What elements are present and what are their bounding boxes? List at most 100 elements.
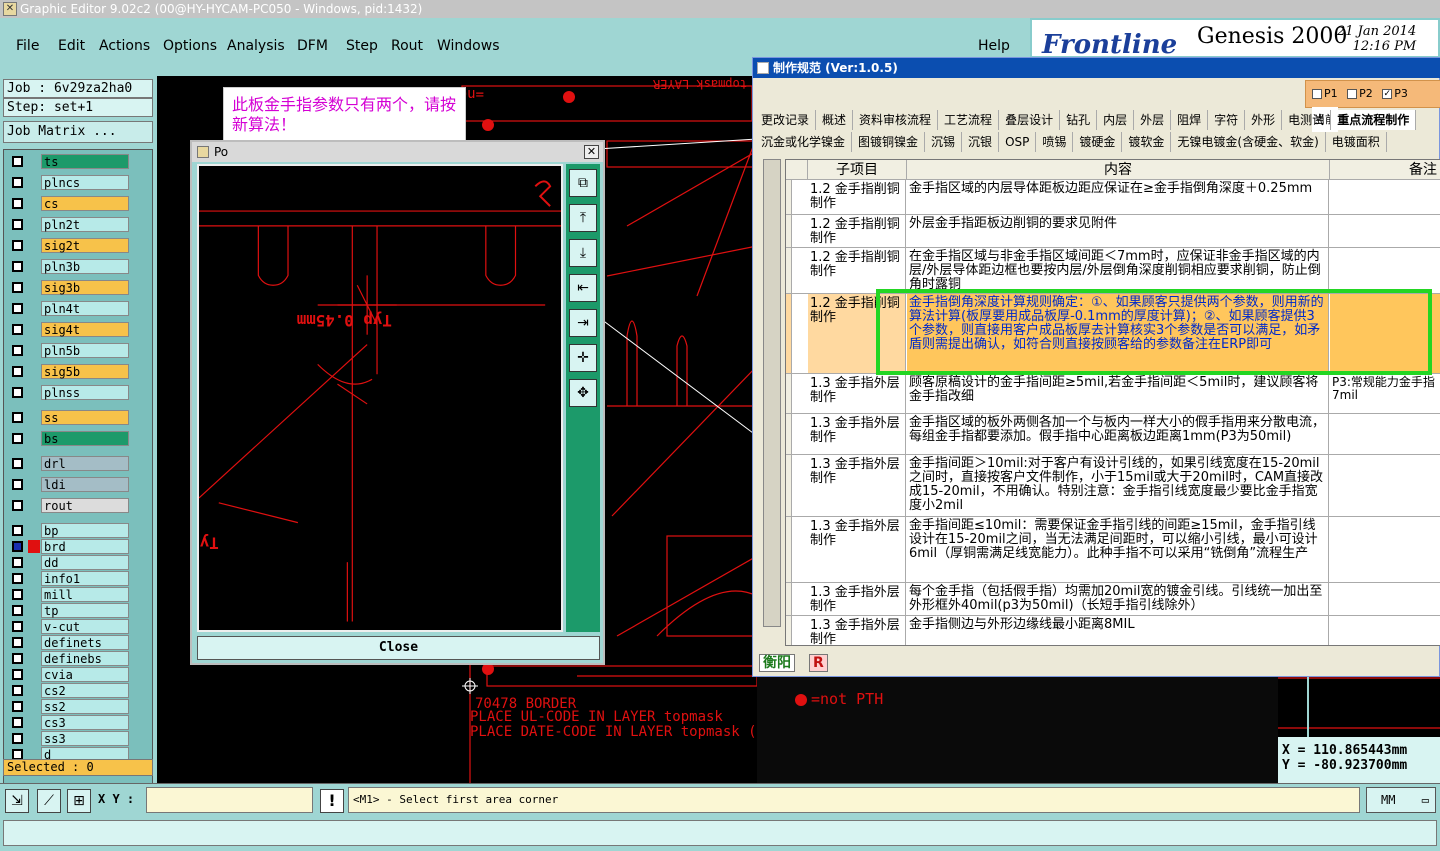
cell-content[interactable]: 金手指区域的内层导体距板边距应保证在≥金手指倒角深度＋0.25mm: [907, 180, 1329, 214]
col-header-note[interactable]: 备注: [1330, 160, 1440, 180]
spec-tab-row1-9[interactable]: 字符: [1208, 110, 1246, 130]
row-selector[interactable]: [786, 215, 792, 247]
layer-name[interactable]: pln3b: [41, 259, 129, 274]
layer-row-24[interactable]: definets: [8, 635, 148, 650]
cell-content[interactable]: 金手指倒角深度计算规则确定：①、如果顾客只提供两个参数，则用新的算法计算(板厚要…: [907, 294, 1329, 373]
spec-tab-row2-6[interactable]: 镀硬金: [1073, 132, 1123, 152]
layer-row-5[interactable]: pln3b: [8, 259, 148, 274]
layer-row-9[interactable]: pln5b: [8, 343, 148, 358]
layer-name[interactable]: tp: [41, 603, 129, 618]
layer-row-27[interactable]: cs2: [8, 683, 148, 698]
spec-tab-row1-8[interactable]: 阻焊: [1171, 110, 1209, 130]
cell-content[interactable]: 外层金手指距板边削铜的要求见附件: [907, 215, 1329, 247]
layer-name[interactable]: pln4t: [41, 301, 129, 316]
table-row[interactable]: 1.2 金手指削铜制作 在金手指区域与非金手指区域间距＜7mm时，应保证非金手指区…: [786, 248, 1440, 294]
spec-tab-row2-2[interactable]: 沉锡: [925, 132, 963, 152]
menu-step[interactable]: Step: [346, 38, 378, 54]
layer-row-28[interactable]: ss2: [8, 699, 148, 714]
layer-checkbox-icon[interactable]: [12, 479, 23, 490]
layer-name[interactable]: ss3: [41, 731, 129, 746]
spec-tab-row2-4[interactable]: OSP: [999, 132, 1037, 152]
cell-content[interactable]: 金手指间距≤10mil：需要保证金手指引线的间距≥15mil，金手指引线设计在1…: [907, 517, 1329, 582]
layer-checkbox-icon[interactable]: [12, 240, 23, 251]
col-header-content[interactable]: 内容: [907, 160, 1330, 180]
layer-row-18[interactable]: brd: [8, 539, 148, 554]
spec-tab-row1-2[interactable]: 资料审核流程: [853, 110, 939, 130]
spec-tab-row2-8[interactable]: 无镍电镀金(含硬金、软金): [1171, 132, 1326, 152]
row-selector[interactable]: [786, 616, 792, 645]
spec-tab-row1-3[interactable]: 工艺流程: [938, 110, 1000, 130]
spec-tab-row1-10[interactable]: 外形: [1245, 110, 1283, 130]
layer-row-19[interactable]: dd: [8, 555, 148, 570]
layer-name[interactable]: definets: [41, 635, 129, 650]
layer-checkbox-icon[interactable]: [12, 198, 23, 209]
layer-row-13[interactable]: bs: [8, 431, 148, 446]
layer-row-16[interactable]: rout: [8, 498, 148, 513]
menu-options[interactable]: Options: [163, 38, 217, 54]
layer-row-4[interactable]: sig2t: [8, 238, 148, 253]
spec-tab-row1-7[interactable]: 外层: [1134, 110, 1172, 130]
layer-row-25[interactable]: definebs: [8, 651, 148, 666]
row-selector[interactable]: [786, 180, 792, 214]
layer-checkbox-icon[interactable]: [12, 219, 23, 230]
layer-checkbox-icon[interactable]: [12, 500, 23, 511]
layer-name[interactable]: ldi: [41, 477, 129, 492]
table-row[interactable]: 1.3 金手指外层制作 金手指间距≤10mil：需要保证金手指引线的间距≥15mi…: [786, 517, 1440, 583]
layer-checkbox-icon[interactable]: [12, 525, 23, 536]
menu-analysis[interactable]: Analysis: [227, 38, 285, 54]
layer-name[interactable]: definebs: [41, 651, 129, 666]
xy-input[interactable]: [146, 787, 313, 813]
cell-content[interactable]: 金手指侧边与外形边缘线最小距离8MIL: [907, 616, 1329, 645]
cell-sub[interactable]: 1.2 金手指削铜制作: [808, 248, 906, 293]
cell-sub[interactable]: 1.3 金手指外层制作: [808, 616, 906, 645]
spec-tab-row2-1[interactable]: 图镀铜镍金: [852, 132, 926, 152]
layer-row-3[interactable]: pln2t: [8, 217, 148, 232]
footer-tab-hengyang[interactable]: 衡阳: [759, 654, 795, 672]
layer-checkbox-icon[interactable]: [12, 156, 23, 167]
layer-checkbox-icon[interactable]: [12, 669, 23, 680]
layer-name[interactable]: brd: [41, 539, 129, 554]
layer-checkbox-icon[interactable]: [12, 653, 23, 664]
layer-row-15[interactable]: ldi: [8, 477, 148, 492]
layer-row-22[interactable]: tp: [8, 603, 148, 618]
layer-row-14[interactable]: drl: [8, 456, 148, 471]
zoom-out-icon[interactable]: ✥: [569, 379, 597, 407]
layer-checkbox-icon[interactable]: [12, 177, 23, 188]
popup-cad-view[interactable]: Typ 0.45mm Typ 30°: [197, 164, 563, 632]
pan-down-icon[interactable]: ⤓: [569, 239, 597, 267]
layer-checkbox-icon[interactable]: [12, 573, 23, 584]
table-row[interactable]: 1.3 金手指外层制作 顾客原稿设计的金手指间距≥5mil,若金手指间距＜5mil…: [786, 374, 1440, 414]
layer-name[interactable]: ts: [41, 154, 129, 169]
cell-content[interactable]: 顾客原稿设计的金手指间距≥5mil,若金手指间距＜5mil时，建议顾客将金手指改…: [907, 374, 1329, 413]
layer-checkbox-icon[interactable]: [12, 717, 23, 728]
table-row[interactable]: 1.3 金手指外层制作 金手指侧边与外形边缘线最小距离8MIL: [786, 616, 1440, 645]
layer-checkbox-icon[interactable]: [12, 589, 23, 600]
layer-row-11[interactable]: plnss: [8, 385, 148, 400]
menu-rout[interactable]: Rout: [391, 38, 423, 54]
layer-name[interactable]: ss: [41, 410, 129, 425]
table-row[interactable]: 1.2 金手指削铜制作 金手指倒角深度计算规则确定：①、如果顾客只提供两个参数，则…: [786, 294, 1440, 374]
layer-checkbox-icon[interactable]: [12, 433, 23, 444]
cell-content[interactable]: 在金手指区域与非金手指区域间距＜7mm时，应保证非金手指区域的内层/外层导体距边…: [907, 248, 1329, 293]
cell-note[interactable]: [1330, 455, 1440, 516]
row-selector[interactable]: [786, 248, 792, 293]
spec-tab-row2-5[interactable]: 喷锡: [1036, 132, 1074, 152]
cell-sub[interactable]: 1.3 金手指外层制作: [808, 414, 906, 454]
select-tool-icon[interactable]: ⇲: [5, 789, 29, 813]
zoom-in-icon[interactable]: ✛: [569, 344, 597, 372]
layer-checkbox-icon[interactable]: [12, 701, 23, 712]
layer-row-29[interactable]: cs3: [8, 715, 148, 730]
layer-name[interactable]: info1: [41, 571, 129, 586]
command-line[interactable]: [3, 820, 1437, 846]
layer-name[interactable]: sig5b: [41, 364, 129, 379]
layer-name[interactable]: pln2t: [41, 217, 129, 232]
layer-name[interactable]: dd: [41, 555, 129, 570]
layer-row-23[interactable]: v-cut: [8, 619, 148, 634]
cell-sub[interactable]: 1.3 金手指外层制作: [808, 517, 906, 582]
cell-sub[interactable]: 1.3 金手指外层制作: [808, 583, 906, 615]
zoom-home-icon[interactable]: ⧉: [569, 169, 597, 197]
row-selector[interactable]: [786, 517, 792, 582]
layer-name[interactable]: bp: [41, 523, 129, 538]
toggle-p1[interactable]: P1: [1312, 81, 1338, 107]
menu-help[interactable]: Help: [978, 38, 1010, 54]
